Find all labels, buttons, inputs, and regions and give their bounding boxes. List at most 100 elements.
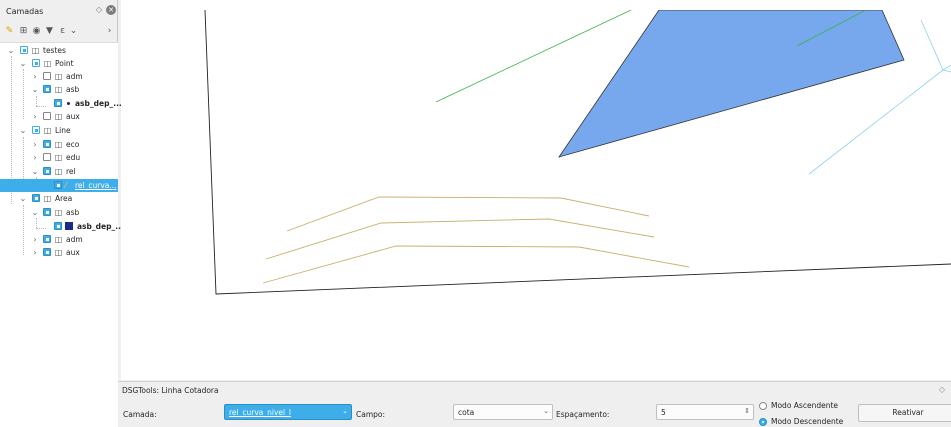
reactivate-button[interactable]: Reativar bbox=[858, 404, 951, 422]
map-canvas[interactable] bbox=[121, 10, 951, 380]
tree-label: testes bbox=[43, 46, 66, 55]
visibility-checkbox[interactable] bbox=[20, 46, 28, 54]
group-icon: ◫ bbox=[54, 248, 63, 257]
group-icon: ◫ bbox=[54, 235, 63, 244]
filter-icon[interactable]: ▼ bbox=[44, 26, 55, 37]
tree-label: rel_curva... bbox=[75, 181, 117, 190]
chevron-down-icon[interactable]: ⌄ bbox=[19, 125, 27, 136]
chevron-down-icon[interactable]: ⌄ bbox=[31, 166, 39, 177]
visibility-checkbox[interactable] bbox=[43, 235, 51, 243]
map-drawing bbox=[204, 10, 951, 295]
tree-group-asb[interactable]: ⌄ ◫ asb bbox=[0, 83, 118, 96]
tree-label: asb bbox=[66, 85, 80, 94]
visibility-checkbox[interactable] bbox=[43, 140, 51, 148]
tree-label: edu bbox=[66, 153, 81, 162]
chevron-down-icon[interactable]: ⌄ bbox=[19, 58, 27, 69]
chevron-right-icon[interactable]: › bbox=[31, 234, 39, 245]
ascending-radio[interactable] bbox=[759, 402, 767, 410]
tree-label: asb_dep_... bbox=[77, 222, 124, 231]
layer-combo-value: rel_curva_nivel_l bbox=[229, 408, 291, 417]
tree-label: Point bbox=[55, 59, 74, 68]
tree-group-line[interactable]: ⌄ ◫ Line bbox=[0, 124, 118, 137]
tree-label: Area bbox=[55, 194, 73, 203]
visibility-checkbox[interactable] bbox=[43, 248, 51, 256]
spacing-spinbox[interactable]: 5 ⇕ bbox=[656, 404, 754, 420]
tree-layer-rel-curva-selected[interactable]: ⁄ rel_curva... bbox=[0, 179, 118, 192]
visibility-checkbox[interactable] bbox=[32, 194, 40, 202]
tree-group-area-aux[interactable]: › ◫ aux bbox=[0, 246, 118, 259]
tree-label: aux bbox=[66, 248, 80, 257]
tree-layer-asb-dep-point[interactable]: asb_dep_... bbox=[0, 97, 122, 110]
blue-polygon-feature bbox=[558, 10, 905, 158]
visibility-checkbox[interactable] bbox=[54, 222, 62, 230]
visibility-checkbox[interactable] bbox=[43, 85, 51, 93]
dsg-linha-cotadora-dock: DSGTools: Linha Cotadora ◇ Camada: rel_c… bbox=[118, 381, 951, 427]
visibility-checkbox[interactable] bbox=[43, 112, 51, 120]
tree-group-adm[interactable]: › ◫ adm bbox=[0, 70, 118, 83]
tree-group-edu[interactable]: › ◫ edu bbox=[0, 151, 118, 164]
panel-header: Camadas ◇ ✕ bbox=[0, 0, 118, 22]
group-icon: ◫ bbox=[54, 208, 63, 217]
tree-label: aux bbox=[66, 112, 80, 121]
group-icon: ◫ bbox=[31, 46, 40, 55]
field-label: Campo: bbox=[356, 410, 386, 419]
expression-filter-icon[interactable]: ε bbox=[57, 26, 68, 37]
float-icon[interactable]: ◇ bbox=[939, 385, 945, 394]
visibility-checkbox[interactable] bbox=[43, 208, 51, 216]
chevron-down-icon[interactable]: ⌄ bbox=[68, 26, 79, 37]
chevron-down-icon[interactable]: ⌄ bbox=[31, 207, 39, 218]
tree-group-aux[interactable]: › ◫ aux bbox=[0, 110, 118, 123]
chevron-down-icon[interactable]: ⌄ bbox=[31, 84, 39, 95]
visibility-checkbox[interactable] bbox=[43, 167, 51, 175]
layer-tree: ⌄ ◫ testes ⌄ ◫ Point › ◫ adm ⌄ ◫ asb asb… bbox=[0, 42, 124, 427]
chevron-right-icon[interactable]: › bbox=[104, 26, 115, 37]
chevron-down-icon[interactable]: ⌄ bbox=[7, 45, 15, 56]
tree-group-rel[interactable]: ⌄ ◫ rel bbox=[0, 165, 118, 178]
group-icon: ◫ bbox=[43, 126, 52, 135]
ascending-label: Modo Ascendente bbox=[771, 401, 839, 410]
chevron-right-icon[interactable]: › bbox=[31, 247, 39, 258]
layers-toolbar: ✎ ⊞ ◉ ▼ ε ⌄ › bbox=[0, 24, 118, 40]
visibility-checkbox[interactable] bbox=[54, 99, 62, 107]
visibility-eye-icon[interactable]: ◉ bbox=[31, 26, 42, 37]
tree-group-area-adm[interactable]: › ◫ adm bbox=[0, 233, 118, 246]
visibility-checkbox[interactable] bbox=[43, 72, 51, 80]
group-icon: ◫ bbox=[54, 112, 63, 121]
tree-group-area[interactable]: ⌄ ◫ Area bbox=[0, 192, 118, 205]
add-group-icon[interactable]: ⊞ bbox=[18, 26, 29, 37]
visibility-checkbox[interactable] bbox=[43, 153, 51, 161]
tree-group-eco[interactable]: › ◫ eco bbox=[0, 138, 118, 151]
line-symbol-icon: ⁄ bbox=[65, 181, 67, 190]
layer-combo[interactable]: rel_curva_nivel_l ⌄ bbox=[224, 404, 352, 420]
chevron-down-icon[interactable]: ⌄ bbox=[19, 193, 27, 204]
chevron-right-icon[interactable]: › bbox=[31, 139, 39, 150]
contour-line bbox=[265, 218, 655, 260]
float-icon[interactable]: ◇ bbox=[94, 5, 104, 15]
panel-title: Camadas bbox=[6, 7, 44, 16]
visibility-checkbox[interactable] bbox=[32, 126, 40, 134]
polygon-symbol-icon bbox=[65, 222, 73, 230]
spin-arrows-icon[interactable]: ⇕ bbox=[744, 407, 750, 415]
point-symbol-icon bbox=[67, 102, 70, 105]
tree-group-point[interactable]: ⌄ ◫ Point bbox=[0, 57, 118, 70]
tree-label: Line bbox=[55, 126, 71, 135]
tree-group-testes[interactable]: ⌄ ◫ testes bbox=[0, 44, 118, 57]
close-icon[interactable]: ✕ bbox=[106, 5, 116, 15]
chevron-right-icon[interactable]: › bbox=[31, 71, 39, 82]
visibility-checkbox[interactable] bbox=[32, 59, 40, 67]
contour-line bbox=[286, 196, 650, 232]
group-icon: ◫ bbox=[54, 153, 63, 162]
tree-group-area-asb[interactable]: ⌄ ◫ asb bbox=[0, 206, 118, 219]
descending-radio[interactable] bbox=[759, 418, 767, 426]
visibility-checkbox[interactable] bbox=[54, 181, 62, 189]
field-combo[interactable]: cota ⌄ bbox=[453, 404, 553, 420]
chevron-right-icon[interactable]: › bbox=[31, 152, 39, 163]
spacing-label: Espaçamento: bbox=[556, 410, 610, 419]
group-icon: ◫ bbox=[54, 85, 63, 94]
tree-label: asb_dep_... bbox=[75, 99, 122, 108]
tree-layer-asb-dep-area[interactable]: asb_dep_... bbox=[0, 220, 124, 233]
style-brush-icon[interactable]: ✎ bbox=[4, 26, 15, 37]
group-icon: ◫ bbox=[54, 140, 63, 149]
group-icon: ◫ bbox=[43, 194, 52, 203]
chevron-right-icon[interactable]: › bbox=[31, 111, 39, 122]
